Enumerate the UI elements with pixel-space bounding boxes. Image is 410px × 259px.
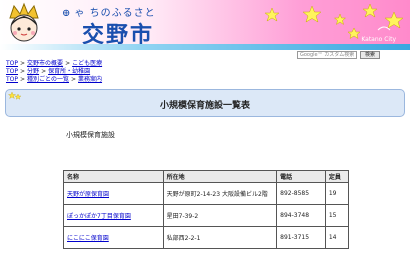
address-cell: 天野が原町2-14-23 大阪設備ビル2階: [162, 182, 278, 205]
column-header-address: 所在地: [162, 170, 278, 183]
address-cell: 私部西2-2-1: [162, 226, 278, 249]
mascot-logo-icon[interactable]: [2, 2, 46, 46]
breadcrumb-link[interactable]: こども医療: [72, 60, 102, 67]
page-title: 小規模保育施設一覧表: [159, 101, 250, 111]
phone-cell: 894-3748: [276, 204, 326, 227]
search-input[interactable]: Google™ カスタム検索: [297, 51, 357, 59]
column-header-name: 名称: [63, 170, 164, 183]
site-header: ⊕ ゃ ちのふるさと 交野市 Katano City: [0, 0, 410, 50]
breadcrumb-link[interactable]: TOP: [6, 60, 18, 67]
facility-name-cell: 天野が原保育園: [63, 182, 164, 205]
breadcrumb-separator: >: [41, 68, 47, 75]
facility-name-cell: ぽっかぽか7丁目保育園: [63, 204, 164, 227]
breadcrumb-line: TOP > 交野市の概要 > こども医療: [6, 60, 102, 68]
page-title-band: 小規模保育施設一覧表: [5, 89, 405, 117]
breadcrumb-line: TOP > 分野 > 保育所・幼稚園: [6, 68, 102, 76]
facility-name-cell: にこにこ保育園: [63, 226, 164, 249]
breadcrumb-separator: >: [20, 68, 26, 75]
breadcrumb-link[interactable]: 種別ごとの一覧: [27, 76, 69, 83]
phone-cell: 892-8585: [276, 182, 326, 205]
capacity-cell: 19: [324, 182, 350, 205]
section-heading: 小規模保育施設: [66, 131, 115, 139]
breadcrumb-separator: >: [20, 76, 26, 83]
table-row: にこにこ保育園 私部西2-2-1 891-3715 14: [63, 226, 350, 249]
breadcrumb-separator: >: [65, 60, 71, 67]
facility-link[interactable]: 天野が原保育園: [67, 191, 109, 198]
breadcrumb: TOP > 交野市の概要 > こども医療 TOP > 分野 > 保育所・幼稚園 TOP > 種別ごと…: [6, 60, 102, 84]
facility-table: 名称 所在地 電話 定員 天野が原保育園 天野が原町2-14-23 大阪設備ビル…: [63, 170, 350, 249]
address-cell: 星田7-39-2: [162, 204, 278, 227]
table-row: 天野が原保育園 天野が原町2-14-23 大阪設備ビル2階 892-8585 1…: [63, 182, 350, 205]
table-row: ぽっかぽか7丁目保育園 星田7-39-2 894-3748 15: [63, 204, 350, 227]
breadcrumb-separator: >: [20, 60, 26, 67]
table-header-row: 名称 所在地 電話 定員: [63, 170, 350, 183]
phone-cell: 891-3715: [276, 226, 326, 249]
city-crest-icon: ⊕: [62, 8, 72, 19]
breadcrumb-link[interactable]: 交野市の概要: [27, 60, 63, 67]
column-header-phone: 電話: [276, 170, 326, 183]
breadcrumb-line: TOP > 種別ごとの一覧 > 業務案内: [6, 76, 102, 84]
facility-link[interactable]: ぽっかぽか7丁目保育園: [67, 213, 131, 220]
column-header-capacity: 定員: [324, 170, 350, 183]
breadcrumb-link[interactable]: 業務案内: [78, 76, 102, 83]
breadcrumb-link[interactable]: TOP: [6, 76, 18, 83]
breadcrumb-link[interactable]: TOP: [6, 68, 18, 75]
city-name-english: Katano City: [361, 36, 396, 43]
breadcrumb-separator: >: [71, 76, 77, 83]
breadcrumb-link[interactable]: 保育所・幼稚園: [48, 68, 90, 75]
facility-link[interactable]: にこにこ保育園: [67, 235, 109, 242]
capacity-cell: 15: [324, 204, 350, 227]
breadcrumb-link[interactable]: 分野: [27, 68, 39, 75]
search-bar: Google™ カスタム検索 検索: [0, 50, 410, 60]
capacity-cell: 14: [324, 226, 350, 249]
search-button[interactable]: 検索: [360, 51, 380, 59]
